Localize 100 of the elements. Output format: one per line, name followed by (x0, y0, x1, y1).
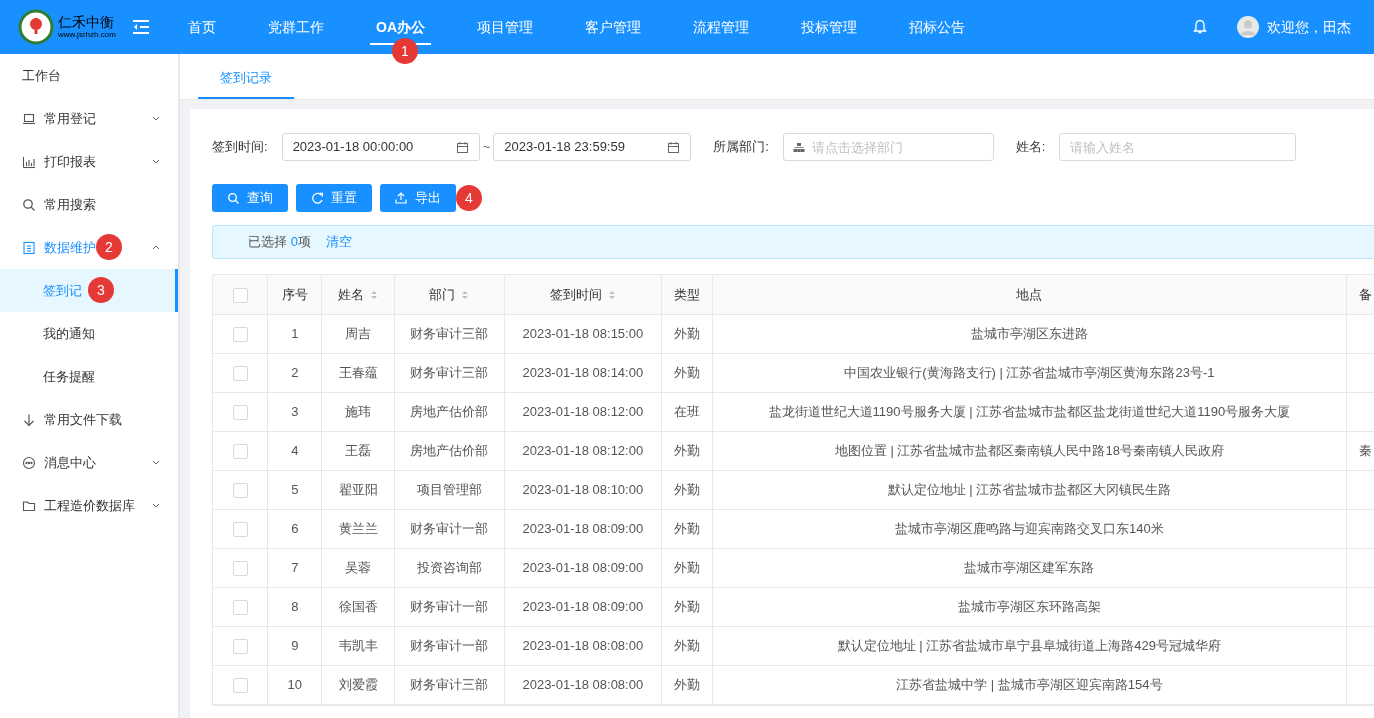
logo-icon (18, 9, 54, 45)
table-cell: 盐城市亭湖区东进路 (712, 314, 1347, 353)
table-cell: 翟亚阳 (321, 470, 395, 509)
table-cell: 默认定位地址 | 江苏省盐城市阜宁县阜城街道上海路429号冠城华府 (712, 626, 1347, 665)
field-label: 所属部门: (713, 138, 769, 157)
table-cell: 盐城市亭湖区建军东路 (712, 548, 1347, 587)
search-button[interactable]: 查询 (212, 184, 288, 212)
table-cell: 徐国香 (321, 587, 395, 626)
table-cell: 10 (267, 665, 322, 704)
table-cell: 项目管理部 (394, 470, 505, 509)
calendar-icon (667, 140, 681, 154)
sidebar-item[interactable]: 数据维护 2 (0, 226, 178, 269)
sidebar-subitem[interactable]: 签到记 3 (0, 269, 178, 312)
table-cell: 9 (267, 626, 322, 665)
arrow-down-icon (22, 412, 36, 427)
checkbox[interactable] (232, 365, 248, 381)
table-cell: 5 (267, 470, 322, 509)
checkbox[interactable] (232, 326, 248, 342)
nav-tab[interactable]: 招标公告 (909, 18, 965, 36)
logo-url: www.jsrhzh.com (58, 31, 116, 39)
table-cell: 王春蕴 (321, 353, 395, 392)
checkbox[interactable] (232, 482, 248, 498)
checkbox[interactable] (232, 521, 248, 537)
table-cell: 3 (267, 392, 322, 431)
table-cell: 盐城市亭湖区鹿鸣路与迎宾南路交叉口东140米 (712, 509, 1347, 548)
upload-tray-icon (395, 192, 407, 204)
table-cell: 2 (267, 353, 322, 392)
table-cell: 2023-01-18 08:09:00 (504, 509, 662, 548)
sidebar-subitem[interactable]: 我的通知 (0, 312, 178, 355)
folder-icon (22, 498, 36, 513)
sidebar-item[interactable]: 常用登记 (0, 97, 178, 140)
table-cell: 财务审计一部 (394, 509, 505, 548)
sidebar-item[interactable]: 打印报表 (0, 140, 178, 183)
checkbox[interactable] (232, 599, 248, 615)
nav-tab[interactable]: 首页 (188, 18, 216, 36)
bar-chart-icon (22, 154, 36, 169)
export-button[interactable]: 导出 (380, 184, 456, 212)
page-tab[interactable]: 签到记录 (198, 59, 294, 99)
table-cell: 7 (267, 548, 322, 587)
sidebar-subitem[interactable]: 任务提醒 (0, 355, 178, 398)
column-header: 备 (1346, 275, 1374, 314)
checkbox[interactable] (232, 638, 248, 654)
callout-badge: 3 (88, 277, 114, 303)
notification-bell-icon[interactable] (1193, 19, 1207, 35)
sidebar-item[interactable]: 消息中心 (0, 441, 178, 484)
sidebar-item[interactable]: 常用文件下载 (0, 398, 178, 441)
table-cell: 盐龙街道世纪大道1190号服务大厦 | 江苏省盐城市盐都区盐龙街道世纪大道1190号服务大厦 (712, 392, 1347, 431)
table-cell: 2023-01-18 08:10:00 (504, 470, 662, 509)
table-cell: 王磊 (321, 431, 395, 470)
reset-button[interactable]: 重置 (296, 184, 372, 212)
search-icon (22, 197, 36, 212)
table-cell: 在班 (661, 392, 713, 431)
table-cell: 外勤 (661, 665, 713, 704)
nav-tab[interactable]: 流程管理 (693, 18, 749, 36)
chevron-up-icon (152, 244, 160, 251)
calendar-icon (455, 140, 469, 154)
checkbox[interactable] (232, 560, 248, 576)
sort-icon (370, 290, 379, 301)
range-separator: ~ (482, 138, 491, 157)
sidebar-item[interactable]: 工作台 (0, 54, 178, 97)
checkbox[interactable] (232, 287, 248, 303)
checkbox[interactable] (232, 677, 248, 693)
table-cell: 江苏省盐城中学 | 盐城市亭湖区迎宾南路154号 (712, 665, 1347, 704)
table-cell: 2023-01-18 08:09:00 (504, 587, 662, 626)
table-cell: 刘爱霞 (321, 665, 395, 704)
table-cell: 韦凯丰 (321, 626, 395, 665)
nav-tab[interactable]: 项目管理 (477, 18, 533, 36)
table-cell: 外勤 (661, 509, 713, 548)
search-icon (227, 192, 239, 204)
nav-tab[interactable]: 党群工作 (268, 18, 324, 36)
table-cell: 秦 (1346, 431, 1374, 470)
nav-tab[interactable]: 投标管理 (801, 18, 857, 36)
checkbox[interactable] (232, 443, 248, 459)
sidebar-item[interactable]: 常用搜索 (0, 183, 178, 226)
table-cell: 中国农业银行(黄海路支行) | 江苏省盐城市亭湖区黄海东路23号-1 (712, 353, 1347, 392)
callout-badge: 2 (96, 234, 122, 260)
message-icon (22, 455, 36, 470)
avatar-icon[interactable] (1237, 16, 1259, 38)
table-cell: 盐城市亭湖区东环路高架 (712, 587, 1347, 626)
clear-link[interactable]: 清空 (325, 232, 352, 252)
menu-collapse-icon[interactable] (132, 19, 150, 35)
table-cell: 外勤 (661, 626, 713, 665)
form-icon (22, 240, 36, 255)
field-label: 姓名: (1015, 138, 1046, 157)
nav-tab[interactable]: OA办公 (376, 18, 425, 36)
table-cell: 2023-01-18 08:08:00 (504, 626, 662, 665)
sort-icon (607, 290, 616, 301)
nav-tab[interactable]: 客户管理 (585, 18, 641, 36)
table-cell: 2023-01-18 08:14:00 (504, 353, 662, 392)
callout-badge: 4 (456, 185, 482, 211)
date-field[interactable]: 2023-01-18 23:59:59 (493, 133, 692, 161)
checkbox[interactable] (232, 404, 248, 420)
table-cell: 房地产估价部 (394, 431, 505, 470)
callout-badge: 1 (392, 38, 418, 64)
sort-icon (461, 290, 470, 301)
table-cell: 外勤 (661, 587, 713, 626)
sidebar-item[interactable]: 工程造价数据库 (0, 484, 178, 527)
name-field[interactable]: 请输入姓名 (1059, 133, 1297, 161)
table-cell: 外勤 (661, 470, 713, 509)
date-field[interactable]: 2023-01-18 00:00:00 (281, 133, 480, 161)
